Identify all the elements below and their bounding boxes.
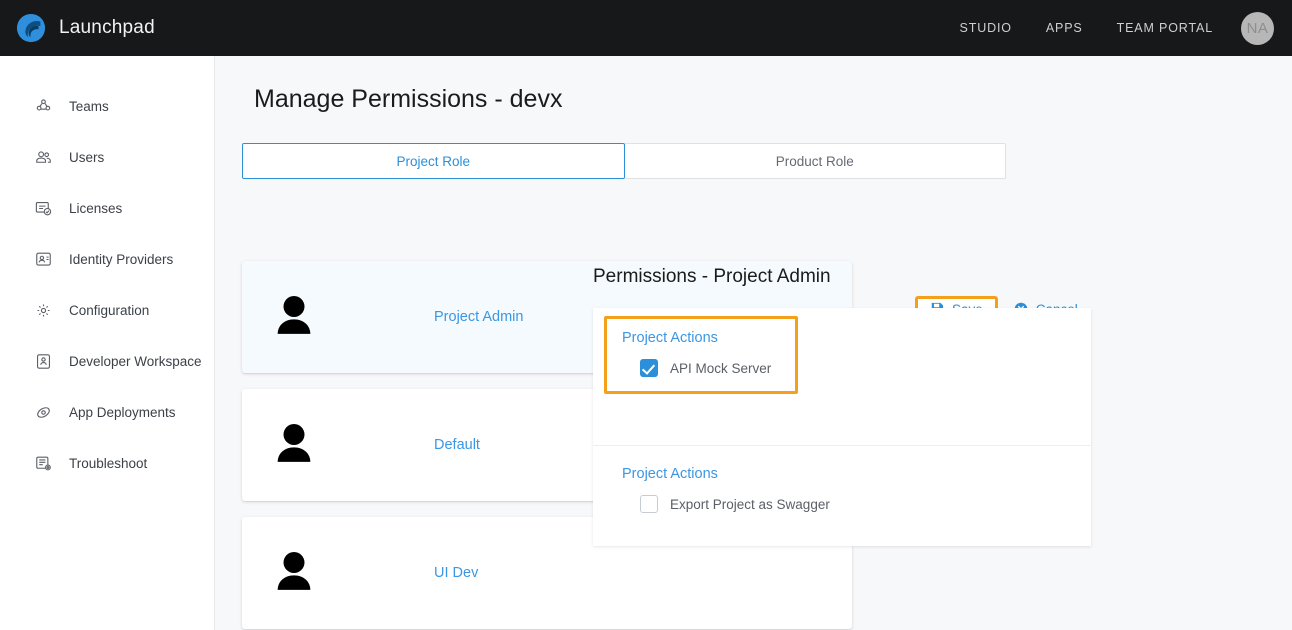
sidebar-label-configuration: Configuration bbox=[69, 303, 149, 318]
permissions-heading: Permissions - Project Admin bbox=[593, 266, 831, 288]
highlight-box-project-actions bbox=[604, 316, 798, 394]
app-deployments-icon bbox=[34, 403, 53, 422]
checkbox-api-mock-server[interactable] bbox=[640, 359, 658, 377]
sidebar-label-developer-workspace: Developer Workspace bbox=[69, 354, 202, 369]
tab-project-role-label: Project Role bbox=[396, 154, 470, 169]
permissions-panel: Project Actions API Mock Server Project … bbox=[593, 308, 1091, 546]
sidebar-item-configuration[interactable]: Configuration bbox=[0, 296, 214, 324]
main-content: Manage Permissions - devx Project Role P… bbox=[215, 56, 1292, 630]
avatar[interactable]: NA bbox=[1241, 12, 1274, 45]
nav-studio[interactable]: STUDIO bbox=[960, 21, 1012, 35]
gear-icon bbox=[34, 301, 53, 320]
sidebar-label-teams: Teams bbox=[69, 99, 109, 114]
sidebar-item-identity-providers[interactable]: Identity Providers bbox=[0, 245, 214, 273]
wave-logo-icon bbox=[16, 13, 46, 43]
role-name-default: Default bbox=[434, 437, 480, 453]
brand-title: Launchpad bbox=[59, 17, 155, 39]
nav-team-portal[interactable]: TEAM PORTAL bbox=[1117, 21, 1213, 35]
permission-section-2: Project Actions Export Project as Swagge… bbox=[593, 445, 1091, 561]
top-nav-links: STUDIO APPS TEAM PORTAL NA bbox=[960, 12, 1292, 45]
brand[interactable]: Launchpad bbox=[0, 13, 155, 43]
person-avatar-icon bbox=[266, 289, 322, 345]
sidebar-item-troubleshoot[interactable]: Troubleshoot bbox=[0, 449, 214, 477]
users-icon bbox=[34, 148, 53, 167]
checkbox-label-export-project-as-swagger: Export Project as Swagger bbox=[670, 497, 830, 512]
sidebar-label-users: Users bbox=[69, 150, 104, 165]
developer-workspace-icon bbox=[34, 352, 53, 371]
checkbox-row-export-project-as-swagger[interactable]: Export Project as Swagger bbox=[622, 495, 1091, 513]
role-name-project-admin: Project Admin bbox=[434, 309, 523, 325]
sidebar-item-licenses[interactable]: Licenses bbox=[0, 194, 214, 222]
checkbox-label-api-mock-server: API Mock Server bbox=[670, 361, 771, 376]
license-icon bbox=[34, 199, 53, 218]
sidebar-label-troubleshoot: Troubleshoot bbox=[69, 456, 147, 471]
tab-product-role-label: Product Role bbox=[776, 154, 854, 169]
sidebar-item-developer-workspace[interactable]: Developer Workspace bbox=[0, 347, 214, 375]
person-avatar-icon bbox=[266, 545, 322, 601]
role-type-tabs: Project Role Product Role bbox=[242, 143, 1006, 179]
troubleshoot-icon bbox=[34, 454, 53, 473]
tab-product-role[interactable]: Product Role bbox=[624, 143, 1007, 179]
sidebar-label-app-deployments: App Deployments bbox=[69, 405, 176, 420]
sidebar-item-teams[interactable]: Teams bbox=[0, 92, 214, 120]
sidebar-item-app-deployments[interactable]: App Deployments bbox=[0, 398, 214, 426]
permission-section-1: Project Actions API Mock Server bbox=[593, 308, 1091, 430]
sidebar-label-licenses: Licenses bbox=[69, 201, 122, 216]
teams-icon bbox=[34, 97, 53, 116]
page-title: Manage Permissions - devx bbox=[254, 85, 562, 114]
sidebar-label-identity-providers: Identity Providers bbox=[69, 252, 173, 267]
top-navigation-bar: Launchpad STUDIO APPS TEAM PORTAL NA bbox=[0, 0, 1292, 56]
checkbox-export-project-as-swagger[interactable] bbox=[640, 495, 658, 513]
role-name-ui-dev: UI Dev bbox=[434, 565, 478, 581]
checkbox-row-api-mock-server[interactable]: API Mock Server bbox=[622, 359, 1091, 377]
section-title-2: Project Actions bbox=[622, 466, 1091, 482]
person-avatar-icon bbox=[266, 417, 322, 473]
nav-apps[interactable]: APPS bbox=[1046, 21, 1083, 35]
sidebar: Teams Users Licenses bbox=[0, 56, 215, 630]
section-title-1: Project Actions bbox=[622, 330, 1091, 346]
tab-project-role[interactable]: Project Role bbox=[242, 143, 625, 179]
sidebar-item-users[interactable]: Users bbox=[0, 143, 214, 171]
identity-provider-icon bbox=[34, 250, 53, 269]
